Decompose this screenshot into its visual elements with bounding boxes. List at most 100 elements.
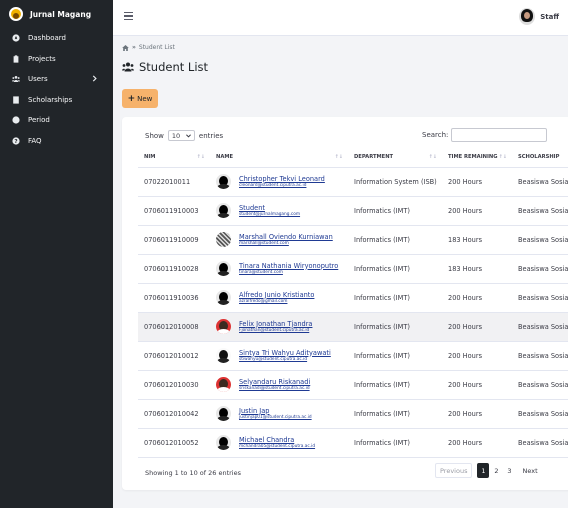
cell-nim: 0706012010012 [138, 341, 210, 371]
entries-info: Showing 1 to 10 of 26 entries [145, 469, 241, 477]
search: Search: [422, 128, 548, 142]
page-button-1[interactable]: 1 [477, 463, 490, 478]
student-name-link[interactable]: Justin Jap [239, 407, 312, 415]
student-email-link[interactable]: justinjap01@student.ciputra.ac.id [239, 415, 312, 421]
cell-scholarship: Beasiswa Sosial [512, 370, 568, 400]
cell-nim: 0706011910003 [138, 196, 210, 226]
sidebar-item-label: FAQ [28, 136, 42, 145]
cell-nim: 0706012010008 [138, 312, 210, 342]
cell-department: Informatics (IMT) [348, 283, 442, 313]
page-title: Student List [122, 60, 208, 74]
cell-name: Sintya Tri Wahyu Adityawati stiwahyu@stud… [210, 341, 348, 371]
avatar [216, 261, 231, 276]
cell-time-remaining: 200 Hours [442, 428, 512, 458]
table-row: 0706012010030 Selyandaru Riskanadi sriska… [138, 370, 568, 400]
student-name-link[interactable]: Felix Jonathan Tjandra [239, 320, 312, 328]
column-header-department[interactable]: DEPARTMENT ↑↓ [348, 148, 442, 168]
sidebar-item-scholarships[interactable]: Scholarships [0, 90, 113, 111]
sidebar-item-label: Users [28, 75, 48, 84]
page-size-select[interactable]: 10 [167, 130, 195, 141]
student-name-link[interactable]: Student [239, 204, 300, 212]
sort-icon: ↑↓ [196, 154, 205, 160]
avatar [216, 377, 231, 392]
avatar [216, 203, 231, 218]
cell-scholarship: Beasiswa Sosial [512, 312, 568, 342]
sidebar-item-period[interactable]: Period [0, 110, 113, 131]
cell-scholarship: Beasiswa Sosial [512, 399, 568, 429]
cell-nim: 0706012010030 [138, 370, 210, 400]
breadcrumb-current: Student List [138, 44, 175, 51]
student-email-link[interactable]: tinara@student.com [239, 270, 338, 276]
brand-name: Jurnal Magang [30, 9, 92, 19]
cell-time-remaining: 200 Hours [442, 167, 512, 197]
student-email-link[interactable]: azralfredo@gmail.com [239, 299, 314, 305]
table-row: 0706012010052 Michael Chandra mchandra05@… [138, 428, 568, 458]
cell-department: Informatics (IMT) [348, 225, 442, 255]
cell-name: Student student@jurnalmagang.com [210, 196, 348, 226]
table-row: 0706011910009 Marshall Oviendo Kurniawan… [138, 225, 568, 255]
student-name-link[interactable]: Alfredo Junio Kristianto [239, 291, 314, 299]
student-email-link[interactable]: sriskanadi@student.ciputra.ac.id [239, 386, 310, 392]
column-header-name[interactable]: NAME ↑↓ [210, 148, 348, 168]
cell-nim: 0706011910036 [138, 283, 210, 313]
avatar [519, 8, 536, 25]
cell-scholarship: Beasiswa Sosial [512, 225, 568, 255]
new-button[interactable]: + New [122, 89, 158, 108]
chevron-right-icon[interactable] [92, 75, 99, 83]
brand[interactable]: Jurnal Magang [0, 0, 113, 28]
users-icon [11, 75, 20, 84]
column-header-nim[interactable]: NIM ↑↓ [138, 148, 210, 168]
next-page-button[interactable]: Next [518, 463, 541, 478]
cell-department: Informatics (IMT) [348, 312, 442, 342]
student-name-link[interactable]: Marshall Oviendo Kurniawan [239, 233, 333, 241]
student-email-link[interactable]: mchandra05@student.ciputra.ac.id [239, 444, 315, 450]
page-title-text: Student List [139, 60, 209, 74]
search-input[interactable] [451, 128, 548, 142]
student-table-card: Show 10 entries Search: NIM ↑↓ NAME ↑↓ DEP… [122, 117, 568, 490]
student-name-link[interactable]: Tinara Nathania Wiryonoputro [239, 262, 338, 270]
previous-page-button[interactable]: Previous [435, 463, 473, 478]
cell-time-remaining: 200 Hours [442, 283, 512, 313]
table-row: 0706012010012 Sintya Tri Wahyu Adityawat… [138, 341, 568, 371]
column-header-scholarship[interactable]: SCHOLARSHIP [512, 148, 568, 168]
sidebar-item-users[interactable]: Users [0, 69, 113, 90]
avatar [216, 232, 231, 247]
student-name-link[interactable]: Christopher Tekvi Leonard [239, 175, 325, 183]
cell-scholarship: Beasiswa Sosial [512, 283, 568, 313]
home-icon[interactable] [122, 44, 129, 51]
cell-department: Informatics (IMT) [348, 399, 442, 429]
sidebar-item-dashboard[interactable]: Dashboard [0, 28, 113, 49]
cell-department: Informatics (IMT) [348, 196, 442, 226]
sidebar-item-faq[interactable]: ? FAQ [0, 131, 113, 152]
cell-time-remaining: 200 Hours [442, 312, 512, 342]
student-email-link[interactable]: Fjonathan@student.ciputra.ac.id [239, 328, 312, 334]
student-email-link[interactable]: marshall@student.com [239, 241, 333, 247]
student-name-link[interactable]: Michael Chandra [239, 436, 315, 444]
breadcrumb-separator: » [132, 44, 136, 51]
search-label: Search: [422, 131, 449, 139]
student-email-link[interactable]: student@jurnalmagang.com [239, 212, 300, 218]
column-header-time-remaining[interactable]: TIME REMAINING ↑↓ [442, 148, 512, 168]
user-name: Staff [540, 12, 559, 21]
sort-icon: ↑↓ [498, 154, 507, 160]
cell-name: Christopher Tekvi Leonard cleonard@studen… [210, 167, 348, 197]
student-name-link[interactable]: Selyandaru Riskanadi [239, 378, 310, 386]
student-email-link[interactable]: cleonard@student.ciputra.ac.id [239, 183, 325, 189]
student-name-link[interactable]: Sintya Tri Wahyu Adityawati [239, 349, 331, 357]
page-button-3[interactable]: 3 [503, 463, 515, 478]
table-row: 0706011910036 Alfredo Junio Kristianto az… [138, 283, 568, 313]
cell-time-remaining: 200 Hours [442, 399, 512, 429]
table-header: NIM ↑↓ NAME ↑↓ DEPARTMENT ↑↓ TIME REMAINING… [138, 148, 568, 168]
new-button-label: New [137, 94, 153, 103]
hamburger-menu-icon[interactable] [124, 12, 133, 21]
student-email-link[interactable]: stiwahyu@student.ciputra.ac.id [239, 357, 331, 363]
cell-department: Informatics (IMT) [348, 341, 442, 371]
clock-icon [11, 116, 20, 125]
user-menu[interactable]: Staff [519, 8, 559, 25]
page-button-2[interactable]: 2 [490, 463, 502, 478]
sidebar-item-projects[interactable]: Projects [0, 49, 113, 70]
table-row: 0706012010008 Felix Jonathan Tjandra Fjon… [138, 312, 568, 342]
table-row: 0706011910028 Tinara Nathania Wiryonoput… [138, 254, 568, 284]
cell-name: Justin Jap justinjap01@student.ciputra.ac… [210, 399, 348, 429]
cell-scholarship: Beasiswa Sosial [512, 254, 568, 284]
